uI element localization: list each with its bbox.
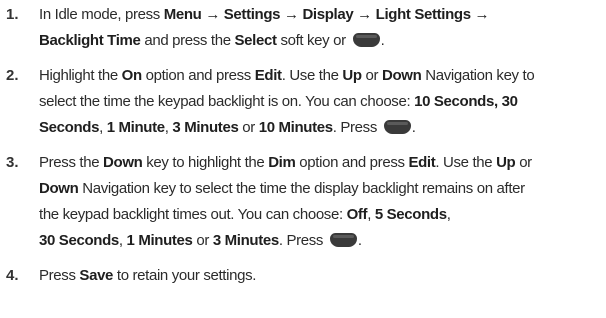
select-soft-key-icon <box>352 33 380 47</box>
down-key-label: Down <box>381 67 422 84</box>
text-run: , <box>99 119 107 136</box>
text-run: key to highlight the <box>142 154 269 171</box>
text-run: Navigation key to <box>421 67 535 84</box>
step-line: Press the Down key to highlight the Dim … <box>39 150 601 176</box>
text-run: . Use the <box>281 67 343 84</box>
text-run: Press <box>39 267 80 284</box>
text-run: . Press <box>332 119 381 136</box>
up-key-label: Up <box>496 154 516 171</box>
text-run: Press the <box>39 154 104 171</box>
option-dim: Dim <box>268 154 296 171</box>
step-number: 4. <box>6 267 19 284</box>
step-line: Press Save to retain your settings. <box>39 263 601 289</box>
text-run: or <box>238 119 259 136</box>
text-run: . <box>411 119 416 136</box>
step-line: In Idle mode, press Menu → Settings → Di… <box>39 2 601 28</box>
down-key-label: Down <box>103 154 143 171</box>
choice-option: 5 Seconds <box>374 206 447 223</box>
choice-option: 3 Minutes <box>172 119 239 136</box>
text-run: . <box>380 32 385 49</box>
text-run: or <box>515 154 532 171</box>
step-line: the keypad backlight times out. You can … <box>39 202 601 228</box>
text-run: , <box>446 206 451 223</box>
step-line: Highlight the On option and press Edit. … <box>39 63 601 89</box>
text-run: to retain your settings. <box>113 267 257 284</box>
edit-key-label: Edit <box>254 67 282 84</box>
step-number: 2. <box>6 67 19 84</box>
choice-option: Seconds <box>39 119 100 136</box>
text-run: . <box>357 232 362 249</box>
text-run: and press the <box>140 32 235 49</box>
edit-key-label: Edit <box>408 154 436 171</box>
text-run: Navigation key to select the time the di… <box>78 180 525 197</box>
step-number: 3. <box>6 154 19 171</box>
instruction-document: 1. In Idle mode, press Menu → Settings →… <box>0 0 606 318</box>
step-line: 30 Seconds, 1 Minutes or 3 Minutes. Pres… <box>39 228 601 254</box>
step-text: In Idle mode, press Menu → Settings → Di… <box>39 2 601 54</box>
text-run: , <box>118 232 127 249</box>
step-line: select the time the keypad backlight is … <box>39 89 601 115</box>
text-run: or <box>361 67 382 84</box>
choice-option: 1 Minutes <box>126 232 193 249</box>
text-run: the keypad backlight times out. You can … <box>39 206 347 223</box>
text-run: , <box>367 206 375 223</box>
menu-path: Menu → Settings → Display → Light Settin… <box>163 6 490 23</box>
text-run: . Use the <box>435 154 497 171</box>
menu-item-backlight-time: Backlight Time <box>39 32 141 49</box>
select-soft-key-icon <box>383 120 411 134</box>
down-key-label: Down <box>39 180 79 197</box>
choice-option: 10 Seconds, 30 <box>414 93 518 110</box>
choice-option: 30 Seconds <box>39 232 119 249</box>
step-line: Seconds, 1 Minute, 3 Minutes or 10 Minut… <box>39 115 601 141</box>
choice-option: 3 Minutes <box>212 232 279 249</box>
step-text: Highlight the On option and press Edit. … <box>39 63 601 141</box>
save-key-label: Save <box>79 267 114 284</box>
choice-option: 10 Minutes <box>258 119 333 136</box>
text-run: soft key or <box>276 32 350 49</box>
select-key-label: Select <box>234 32 277 49</box>
step-text: Press the Down key to highlight the Dim … <box>39 150 601 254</box>
step-line: Down Navigation key to select the time t… <box>39 176 601 202</box>
choice-option: 1 Minute <box>106 119 165 136</box>
step-line: Backlight Time and press the Select soft… <box>39 28 601 54</box>
text-run: In Idle mode, press <box>39 6 164 23</box>
step-number: 1. <box>6 6 19 23</box>
text-run: option and press <box>141 67 255 84</box>
text-run: . Press <box>278 232 327 249</box>
choice-option: Off <box>346 206 368 223</box>
text-run: Highlight the <box>39 67 122 84</box>
text-run: select the time the keypad backlight is … <box>39 93 415 110</box>
step-text: Press Save to retain your settings. <box>39 263 601 289</box>
text-run: option and press <box>295 154 409 171</box>
text-run: or <box>192 232 213 249</box>
select-soft-key-icon <box>329 233 357 247</box>
option-on: On <box>121 67 142 84</box>
up-key-label: Up <box>342 67 362 84</box>
